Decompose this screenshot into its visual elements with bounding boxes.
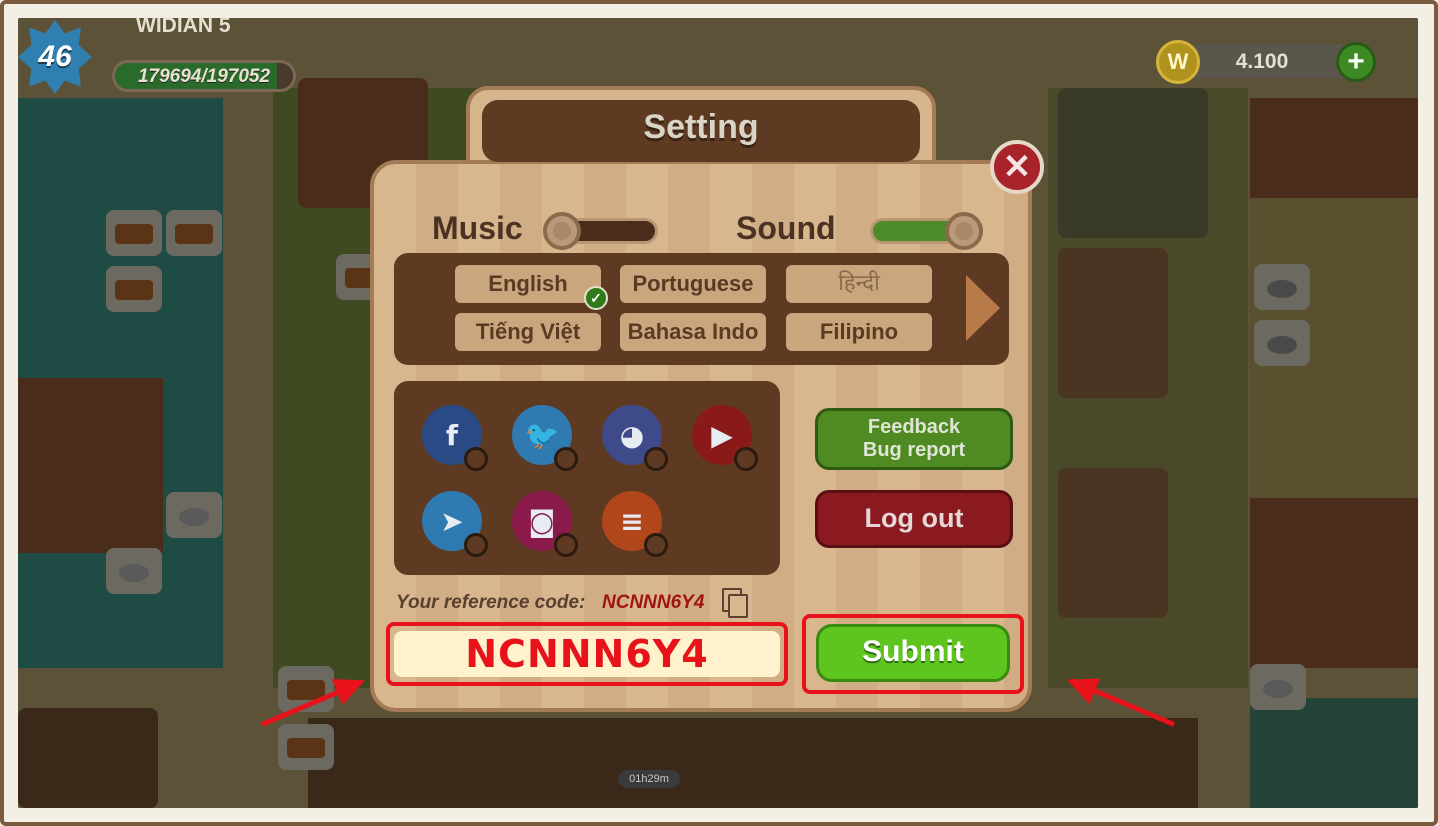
wood-icon xyxy=(287,738,325,758)
xp-text: 179694/197052 xyxy=(137,66,271,87)
crop-plot-left xyxy=(18,378,163,553)
logout-button[interactable]: Log out xyxy=(815,490,1013,548)
barn-building[interactable] xyxy=(1058,88,1208,238)
level-badge[interactable]: 46 xyxy=(18,20,92,94)
submit-button[interactable]: Submit xyxy=(816,624,1010,682)
next-languages-arrow-icon[interactable] xyxy=(966,275,1000,341)
wood-resource-tile[interactable] xyxy=(106,210,162,256)
chicken-coop-1[interactable] xyxy=(1058,248,1168,398)
stone-resource-tile[interactable] xyxy=(106,548,162,594)
player-name: WIDIAN 5 xyxy=(136,14,231,37)
status-dot-icon xyxy=(644,447,668,471)
cow-barn[interactable] xyxy=(18,708,158,808)
bug-report-label: Bug report xyxy=(862,439,966,461)
status-dot-icon xyxy=(644,533,668,557)
level-number: 46 xyxy=(38,40,72,73)
stone-resource-tile[interactable] xyxy=(1254,320,1310,366)
close-button[interactable]: ✕ xyxy=(990,140,1044,194)
crop-plot-right xyxy=(1250,498,1418,668)
coin-amount: 4.100 xyxy=(1235,50,1289,73)
blog-icon[interactable]: ≡ xyxy=(602,491,668,557)
language-option-vietnamese[interactable]: Tiếng Việt xyxy=(455,313,601,351)
wood-icon xyxy=(115,280,153,300)
xp-bar: 179694/197052 xyxy=(112,60,296,92)
reference-code-value: NCNNN6Y4 xyxy=(602,592,705,613)
chicken-coop-2[interactable] xyxy=(1058,468,1168,618)
stone-resource-tile[interactable] xyxy=(166,492,222,538)
status-dot-icon xyxy=(464,447,488,471)
dialog-title: Setting xyxy=(643,108,759,146)
coin-icon: W xyxy=(1156,40,1200,84)
stone-icon xyxy=(1263,680,1293,698)
reference-code-input[interactable]: NCNNN6Y4 xyxy=(394,631,780,677)
sound-toggle-knob[interactable] xyxy=(945,212,983,250)
wood-icon xyxy=(175,224,213,244)
language-option-filipino[interactable]: Filipino xyxy=(786,313,932,351)
stone-icon xyxy=(179,508,209,526)
reference-code-label: Your reference code: xyxy=(396,592,586,613)
discord-icon[interactable]: ◕ xyxy=(602,405,668,471)
twitter-icon[interactable]: 🐦 xyxy=(512,405,578,471)
copy-icon[interactable] xyxy=(722,588,748,618)
pond-bottom-right xyxy=(1250,698,1418,808)
status-dot-icon xyxy=(464,533,488,557)
wood-icon xyxy=(115,224,153,244)
stone-resource-tile[interactable] xyxy=(1250,664,1306,710)
crop-plot-top-right xyxy=(1250,98,1418,198)
build-timer: 01h29m xyxy=(618,770,680,788)
stone-icon xyxy=(1267,280,1297,298)
facebook-icon[interactable]: f xyxy=(422,405,488,471)
status-dot-icon xyxy=(734,447,758,471)
youtube-icon[interactable]: ▶ xyxy=(692,405,758,471)
instagram-icon[interactable]: ◙ xyxy=(512,491,578,557)
music-toggle[interactable] xyxy=(543,212,658,250)
sound-toggle[interactable] xyxy=(870,212,983,250)
feedback-bug-report-button[interactable]: Feedback Bug report xyxy=(815,408,1013,470)
language-option-hindi[interactable]: हिन्दी xyxy=(786,265,932,303)
wood-resource-tile[interactable] xyxy=(166,210,222,256)
music-label: Music xyxy=(432,210,523,246)
bottom-soil xyxy=(308,718,1198,808)
stone-icon xyxy=(1267,336,1297,354)
music-toggle-knob[interactable] xyxy=(543,212,581,250)
wood-resource-tile[interactable] xyxy=(278,724,334,770)
language-option-portuguese[interactable]: Portuguese xyxy=(620,265,766,303)
wood-resource-tile[interactable] xyxy=(106,266,162,312)
stone-resource-tile[interactable] xyxy=(1254,264,1310,310)
stone-icon xyxy=(119,564,149,582)
status-dot-icon xyxy=(554,533,578,557)
sound-label: Sound xyxy=(736,210,836,246)
checkmark-icon: ✓ xyxy=(584,286,608,310)
language-option-bahasa-indo[interactable]: Bahasa Indo xyxy=(620,313,766,351)
add-coins-button[interactable]: + xyxy=(1336,42,1376,82)
feedback-label: Feedback xyxy=(867,416,961,438)
telegram-icon[interactable]: ➤ xyxy=(422,491,488,557)
status-dot-icon xyxy=(554,447,578,471)
language-option-english[interactable]: English xyxy=(455,265,601,303)
